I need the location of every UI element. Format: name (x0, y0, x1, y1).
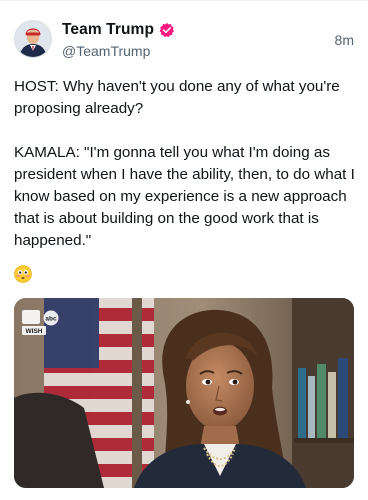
user-handle[interactable]: @TeamTrump (62, 43, 175, 59)
tweet-paragraph-host: HOST: Why haven't you done any of what y… (14, 78, 340, 117)
channel-logo: abc WISH (22, 310, 64, 336)
tweet-header: Team Trump @TeamTrump 8m (14, 20, 356, 64)
tweet-media-image[interactable]: abc WISH (14, 298, 354, 488)
timestamp[interactable]: 8m (335, 32, 354, 48)
wish-logo-text: WISH (26, 328, 43, 335)
author-names: Team Trump @TeamTrump (62, 20, 175, 59)
profile-avatar[interactable] (14, 20, 52, 58)
abc-logo-text: abc (45, 316, 57, 323)
flushed-face-emoji-icon (14, 265, 32, 283)
display-name[interactable]: Team Trump (62, 21, 154, 39)
verified-badge-icon (159, 22, 175, 38)
top-divider (0, 0, 368, 1)
media-illustration (14, 298, 354, 488)
tweet-text: HOST: Why haven't you done any of what y… (14, 76, 358, 252)
tweet-paragraph-quote: KAMALA: "I'm gonna tell you what I'm doi… (14, 144, 355, 249)
